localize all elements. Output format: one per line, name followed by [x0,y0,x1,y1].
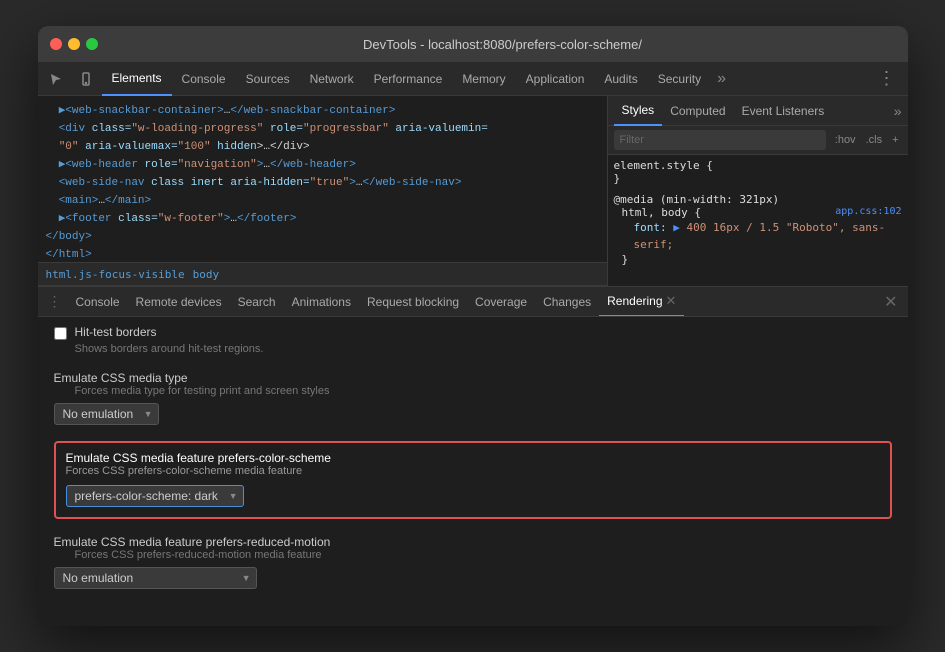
hit-test-header: Hit-test borders [54,325,892,340]
hit-test-borders-checkbox[interactable] [54,327,67,340]
close-drawer-icon[interactable]: ✕ [878,292,903,312]
rendering-section: Hit-test borders Shows borders around hi… [54,325,892,589]
code-line: <main>…</main> [46,192,599,210]
drawer-tabs-bar: ⋮ Console Remote devices Search Animatio… [38,287,908,317]
emulate-css-media-type-label: Emulate CSS media type [54,371,892,385]
maximize-button[interactable] [86,38,98,50]
tab-styles[interactable]: Styles [614,96,663,126]
cls-filter-button[interactable]: .cls [863,133,886,147]
style-property: font: ▶ 400 16px / 1.5 "Roboto", sans-se… [622,219,902,253]
main-content: ▶<web-snackbar-container>…</web-snackbar… [38,96,908,286]
code-line: <div class="w-loading-progress" role="pr… [46,120,599,138]
rendering-content: Hit-test borders Shows borders around hi… [38,317,908,626]
emulate-css-media-type-select[interactable]: No emulation print screen [54,403,159,425]
tab-memory[interactable]: Memory [452,62,515,96]
styles-filter-buttons: :hov .cls + [832,133,902,147]
hit-test-borders-desc: Shows borders around hit-test regions. [54,343,892,355]
tab-computed[interactable]: Computed [662,96,733,126]
minimize-button[interactable] [68,38,80,50]
tab-performance[interactable]: Performance [364,62,453,96]
emulate-prefers-color-scheme-item: Emulate CSS media feature prefers-color-… [54,441,892,519]
drawer-tab-search[interactable]: Search [230,287,284,317]
drawer-handle-icon[interactable]: ⋮ [42,293,68,310]
breadcrumb: html.js-focus-visible body [38,262,607,286]
styles-tabs-bar: Styles Computed Event Listeners » [608,96,908,126]
tab-network[interactable]: Network [300,62,364,96]
style-selector: element.style { [614,159,902,172]
emulate-prefers-reduced-motion-select-wrapper: No emulation prefers-reduced-motion: red… [54,567,257,589]
hit-test-borders-label: Hit-test borders [75,325,157,339]
tab-security[interactable]: Security [648,62,711,96]
code-line: </html> [46,246,599,262]
breadcrumb-item-html[interactable]: html.js-focus-visible [46,268,185,281]
devtools-menu-icon[interactable]: ⋮ [870,68,904,89]
breadcrumb-item-body[interactable]: body [193,268,220,281]
top-tabs-bar: Elements Console Sources Network Perform… [38,62,908,96]
more-styles-tabs-icon[interactable]: » [894,103,902,119]
styles-filter-input[interactable] [614,130,826,150]
tab-event-listeners[interactable]: Event Listeners [734,96,833,126]
styles-panel: Styles Computed Event Listeners » :hov .… [608,96,908,286]
dom-panel: ▶<web-snackbar-container>…</web-snackbar… [38,96,608,286]
more-tabs-icon[interactable]: » [711,70,732,88]
style-rule-media: @media (min-width: 321px) html, body { a… [614,193,902,266]
titlebar: DevTools - localhost:8080/prefers-color-… [38,26,908,62]
traffic-lights [50,38,98,50]
bottom-drawer: ⋮ Console Remote devices Search Animatio… [38,286,908,626]
media-query-label: @media (min-width: 321px) [614,193,902,206]
emulate-prefers-reduced-motion-select[interactable]: No emulation prefers-reduced-motion: red… [54,567,257,589]
code-line: <web-side-nav class inert aria-hidden="t… [46,174,599,192]
code-line: ▶<web-snackbar-container>…</web-snackbar… [46,102,599,120]
html-body-selector: html, body { [622,206,701,219]
code-line: ▶<web-header role="navigation">…</web-he… [46,156,599,174]
emulate-prefers-reduced-motion-label: Emulate CSS media feature prefers-reduce… [54,535,892,549]
drawer-tab-remote-devices[interactable]: Remote devices [128,287,230,317]
close-button[interactable] [50,38,62,50]
devtools-window: DevTools - localhost:8080/prefers-color-… [38,26,908,626]
close-rendering-tab-icon[interactable]: ✕ [666,293,677,309]
tab-console[interactable]: Console [172,62,236,96]
emulate-css-media-type-select-row: No emulation print screen [54,403,892,425]
code-line: ▶<footer class="w-footer">…</footer> [46,210,599,228]
add-style-button[interactable]: + [889,133,901,147]
devtools-body: Elements Console Sources Network Perform… [38,62,908,626]
tab-elements[interactable]: Elements [102,62,172,96]
drawer-tab-rendering[interactable]: Rendering ✕ [599,287,684,317]
cursor-icon[interactable] [42,65,70,93]
mobile-icon[interactable] [72,65,100,93]
emulate-prefers-color-scheme-select[interactable]: No emulation prefers-color-scheme: light… [66,485,244,507]
styles-content: element.style { } @media (min-width: 321… [608,155,908,286]
emulate-css-media-type-select-wrapper: No emulation print screen [54,403,159,425]
style-source-link[interactable]: app.css:102 [835,206,901,219]
tab-sources[interactable]: Sources [236,62,300,96]
drawer-tab-changes[interactable]: Changes [535,287,599,317]
emulate-prefers-color-scheme-label: Emulate CSS media feature prefers-color-… [66,451,880,465]
drawer-tab-coverage[interactable]: Coverage [467,287,535,317]
drawer-tab-animations[interactable]: Animations [284,287,359,317]
emulate-prefers-color-scheme-desc: Forces CSS prefers-color-scheme media fe… [66,465,880,477]
tab-application[interactable]: Application [516,62,595,96]
emulate-prefers-reduced-motion-item: Emulate CSS media feature prefers-reduce… [54,535,892,589]
drawer-tab-console[interactable]: Console [68,287,128,317]
dom-code-area[interactable]: ▶<web-snackbar-container>…</web-snackbar… [38,96,607,262]
style-rule-element: element.style { } [614,159,902,185]
emulate-prefers-reduced-motion-desc: Forces CSS prefers-reduced-motion media … [54,549,892,561]
emulate-css-media-type-item: Emulate CSS media type Forces media type… [54,371,892,425]
hov-filter-button[interactable]: :hov [832,133,859,147]
drawer-tab-request-blocking[interactable]: Request blocking [359,287,467,317]
styles-filter-row: :hov .cls + [608,126,908,155]
code-line: "0" aria-valuemax="100" hidden>…</div> [46,138,599,156]
code-line: </body> [46,228,599,246]
emulate-css-media-type-desc: Forces media type for testing print and … [54,385,892,397]
emulate-prefers-color-scheme-select-wrapper: No emulation prefers-color-scheme: light… [66,485,244,507]
tab-audits[interactable]: Audits [594,62,647,96]
window-title: DevTools - localhost:8080/prefers-color-… [110,37,896,52]
hit-test-borders-item: Hit-test borders Shows borders around hi… [54,325,892,355]
